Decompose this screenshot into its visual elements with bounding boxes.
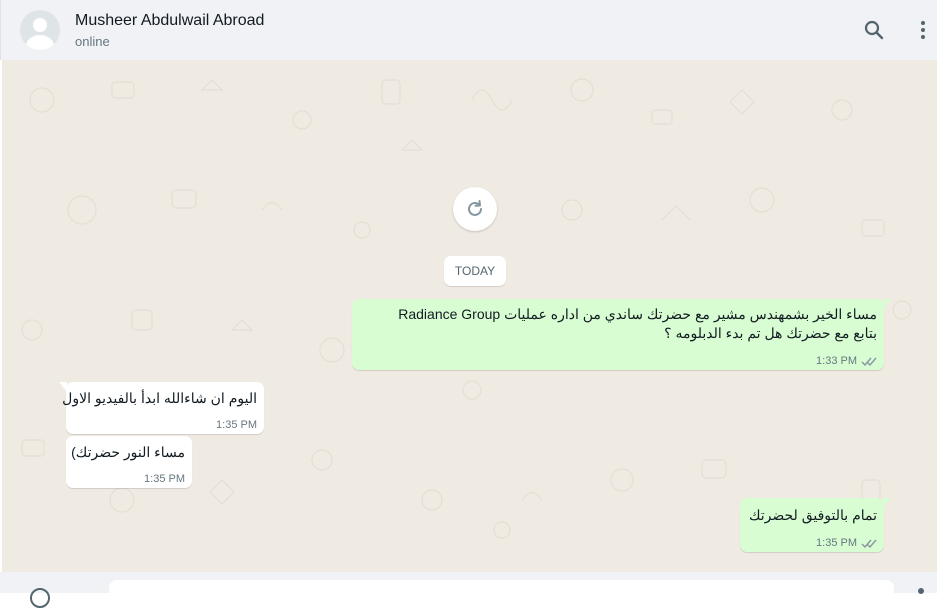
more-vertical-icon[interactable] xyxy=(911,18,935,42)
message-text: اليوم ان شاءالله ابدأ بالفيديو الاول xyxy=(62,390,257,406)
microphone-icon[interactable] xyxy=(918,588,924,594)
message-bubble-incoming[interactable]: اليوم ان شاءالله ابدأ بالفيديو الاول 1:3… xyxy=(59,382,264,434)
avatar-icon[interactable] xyxy=(20,10,60,50)
message-bubble-incoming[interactable]: مساء النور حضرتك) 1:35 PM xyxy=(66,436,192,488)
message-composer xyxy=(0,572,937,608)
message-time: 1:35 PM xyxy=(144,473,185,485)
message-time: 1:35 PM xyxy=(816,537,857,549)
double-check-icon xyxy=(861,539,877,548)
message-time: 1:35 PM xyxy=(216,419,257,431)
message-text: مساء النور حضرتك) xyxy=(71,444,185,460)
message-text: تمام بالتوفيق لحضرتك xyxy=(748,507,877,523)
contact-status: online xyxy=(75,34,110,49)
chat-area[interactable]: TODAY مساء الخير بشمهندس مشير مع حضرتك س… xyxy=(2,60,937,572)
message-bubble-outgoing[interactable]: مساء الخير بشمهندس مشير مع حضرتك ساندي م… xyxy=(352,299,891,370)
message-input[interactable] xyxy=(109,580,894,604)
message-bubble-outgoing[interactable]: تمام بالتوفيق لحضرتك 1:35 PM xyxy=(740,498,891,552)
message-text: مساء الخير بشمهندس مشير مع حضرتك ساندي م… xyxy=(398,306,877,322)
double-check-icon xyxy=(861,357,877,366)
message-time: 1:33 PM xyxy=(816,355,857,367)
load-earlier-button[interactable] xyxy=(453,187,497,231)
chat-header: Musheer Abdulwail Abroad online xyxy=(0,0,937,60)
search-icon[interactable] xyxy=(862,18,886,42)
emoji-icon[interactable] xyxy=(30,588,50,608)
message-text: بتابع مع حضرتك هل تم بدء الدبلومه ؟ xyxy=(664,325,877,341)
date-divider: TODAY xyxy=(444,256,506,286)
refresh-icon xyxy=(468,200,482,216)
contact-name[interactable]: Musheer Abdulwail Abroad xyxy=(75,12,264,30)
